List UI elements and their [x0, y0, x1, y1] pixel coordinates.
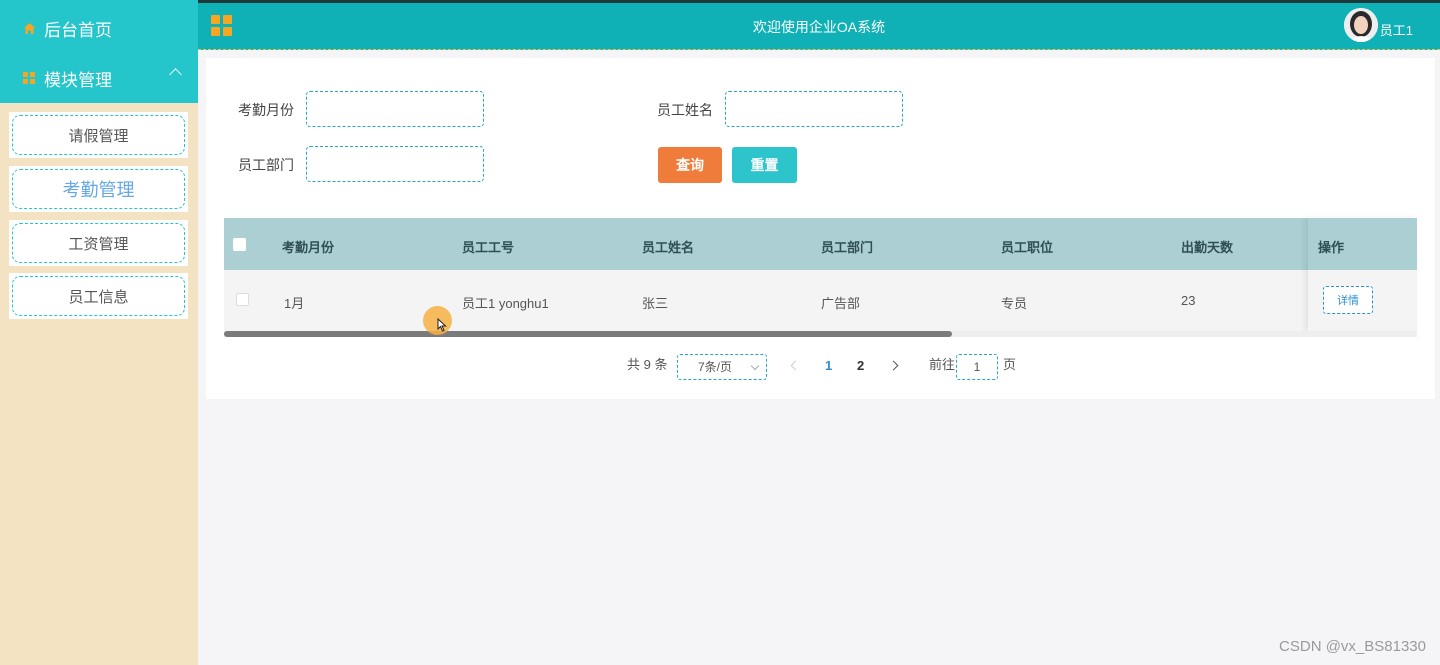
column-header: 操作	[1318, 240, 1345, 255]
cell-position: 专员	[1001, 296, 1028, 311]
reset-button[interactable]: 重置	[732, 147, 797, 183]
select-all-checkbox[interactable]	[233, 238, 246, 251]
cell-days: 23	[1181, 293, 1196, 308]
detail-button[interactable]: 详情	[1323, 286, 1373, 314]
dept-input[interactable]	[306, 146, 484, 182]
pagination-total: 共 9 条	[627, 357, 668, 372]
watermark: CSDN @vx_BS81330	[1279, 638, 1426, 655]
sidebar-item-label: 工资管理	[68, 235, 129, 253]
table-row[interactable]: 1月 员工1 yonghu1 张三 广告部 专员 23	[224, 270, 1417, 331]
page-size-select[interactable]: 7条/页	[677, 354, 767, 380]
name-label: 员工姓名	[657, 102, 713, 118]
sidebar-item-home[interactable]: 后台首页	[0, 3, 198, 53]
sidebar-item-leave[interactable]: 请假管理	[9, 112, 188, 158]
column-header[interactable]: 出勤天数	[1181, 237, 1233, 256]
cell-month: 1月	[284, 296, 305, 311]
cell-name: 张三	[642, 296, 669, 311]
mouse-pointer-icon	[437, 318, 447, 332]
scrollbar-thumb[interactable]	[224, 331, 952, 337]
home-icon	[22, 21, 36, 35]
next-page-icon[interactable]	[888, 360, 899, 371]
action-header: 操作	[1308, 218, 1417, 270]
grid-icon	[22, 71, 36, 85]
month-input[interactable]	[306, 91, 484, 127]
page-title: 欢迎使用企业OA系统	[752, 19, 886, 35]
sidebar-item-label: 后台首页	[44, 20, 112, 40]
chevron-down-icon	[750, 361, 760, 371]
column-header[interactable]: 考勤月份	[282, 237, 334, 256]
column-header[interactable]: 员工职位	[1001, 237, 1053, 256]
main-panel: 考勤月份 员工姓名 员工部门 查询 重置 考勤月份 员工工号 员工姓名 员工部门…	[206, 58, 1435, 399]
horizontal-scrollbar[interactable]	[224, 331, 1417, 337]
page-number[interactable]: 1	[825, 358, 832, 373]
sidebar-item-label: 考勤管理	[62, 180, 135, 200]
column-header[interactable]: 员工工号	[462, 237, 514, 256]
sidebar-item-label: 员工信息	[68, 288, 129, 306]
top-header: 欢迎使用企业OA系统 员工1	[198, 0, 1440, 50]
chevron-up-icon[interactable]	[169, 68, 182, 81]
goto-page-input[interactable]: 1	[956, 354, 998, 380]
cell-dept: 广告部	[821, 296, 861, 311]
page-size-value: 7条/页	[698, 360, 733, 374]
sidebar-item-modules[interactable]: 模块管理	[0, 53, 198, 103]
fixed-action-column: 操作 详情	[1308, 218, 1417, 331]
cell-emp-no: 员工1 yonghu1	[462, 296, 549, 311]
user-name[interactable]: 员工1	[1380, 20, 1413, 39]
sidebar-item-label: 请假管理	[68, 127, 129, 145]
page-number[interactable]: 2	[857, 358, 864, 373]
sidebar-item-employee[interactable]: 员工信息	[9, 273, 188, 319]
sidebar-item-salary[interactable]: 工资管理	[9, 220, 188, 266]
page-suffix: 页	[1003, 357, 1017, 372]
name-input[interactable]	[725, 91, 903, 127]
sidebar: 后台首页 模块管理 请假管理 考勤管理 工资管理 员工信息	[0, 0, 198, 665]
column-header[interactable]: 员工部门	[821, 237, 873, 256]
goto-label: 前往	[929, 357, 956, 372]
action-cell: 详情	[1308, 270, 1417, 331]
dept-label: 员工部门	[238, 157, 294, 173]
row-checkbox[interactable]	[236, 293, 249, 306]
query-button[interactable]: 查询	[658, 147, 722, 183]
prev-page-icon[interactable]	[790, 360, 801, 371]
column-header[interactable]: 员工姓名	[642, 237, 694, 256]
sidebar-item-attendance[interactable]: 考勤管理	[9, 166, 188, 212]
month-label: 考勤月份	[238, 102, 294, 118]
sidebar-item-label: 模块管理	[44, 70, 112, 90]
avatar[interactable]	[1344, 8, 1378, 42]
table-header: 考勤月份 员工工号 员工姓名 员工部门 员工职位 出勤天数	[224, 218, 1417, 270]
